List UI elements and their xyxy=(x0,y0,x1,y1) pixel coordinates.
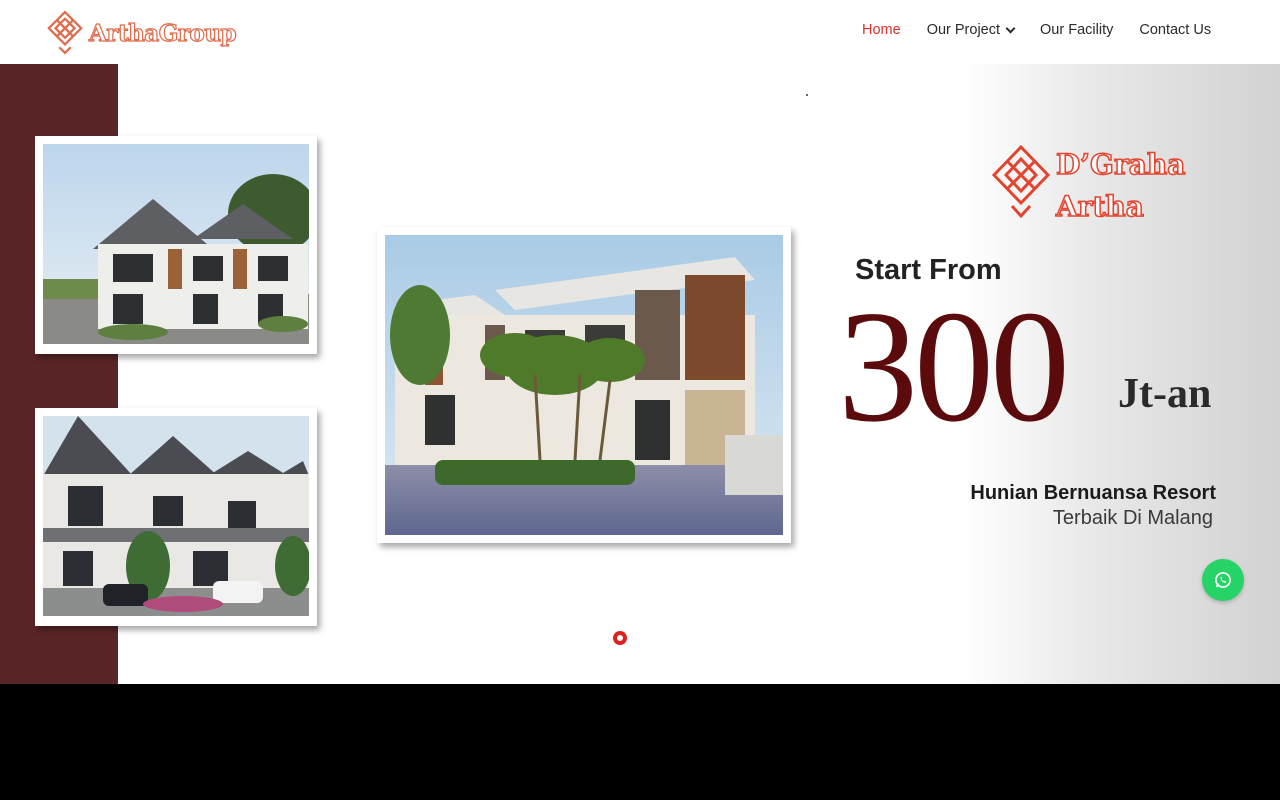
brand-name: D’Graha Artha xyxy=(1055,144,1186,228)
slider-pagination-dot[interactable] xyxy=(613,631,627,645)
hero-slider: D’Graha Artha Start From 300 Jt-an Hunia… xyxy=(0,64,1280,684)
nav-home[interactable]: Home xyxy=(862,22,901,38)
house-render-1 xyxy=(35,136,317,354)
endless-knot-icon xyxy=(47,10,83,55)
brand-line-2: Artha xyxy=(1055,189,1144,224)
main-nav: Home Our Project Our Facility Contact Us xyxy=(862,22,1237,38)
price-unit: Jt-an xyxy=(1118,371,1212,417)
house-image-main xyxy=(385,235,783,535)
chevron-down-icon xyxy=(1005,23,1016,33)
site-header: ArthaGroup Home Our Project Our Facility… xyxy=(0,0,1280,64)
endless-knot-icon xyxy=(991,144,1051,219)
whatsapp-icon xyxy=(1215,572,1231,588)
page: ArthaGroup Home Our Project Our Facility… xyxy=(0,0,1280,800)
site-logo[interactable]: ArthaGroup xyxy=(46,9,237,57)
house-render-2 xyxy=(35,408,317,626)
bottom-black-area xyxy=(0,684,1280,800)
brand-line-1: D’Graha xyxy=(1055,147,1186,182)
house-render-main xyxy=(377,227,791,543)
whatsapp-button[interactable] xyxy=(1202,559,1244,601)
price-value: 300 xyxy=(838,277,1070,455)
house-image-2 xyxy=(43,416,309,616)
nav-our-project[interactable]: Our Project xyxy=(926,22,1016,38)
tagline-bold: Hunian Bernuansa Resort xyxy=(970,482,1216,504)
nav-contact-us[interactable]: Contact Us xyxy=(1139,22,1211,38)
project-brand: D’Graha Artha xyxy=(990,144,1186,228)
nav-our-project-label: Our Project xyxy=(926,22,1001,38)
house-image-1 xyxy=(43,144,309,344)
tagline-light: Terbaik Di Malang xyxy=(1052,507,1213,529)
logo-text: ArthaGroup xyxy=(88,19,237,47)
decorative-dot xyxy=(806,94,808,96)
nav-our-facility[interactable]: Our Facility xyxy=(1040,22,1113,38)
